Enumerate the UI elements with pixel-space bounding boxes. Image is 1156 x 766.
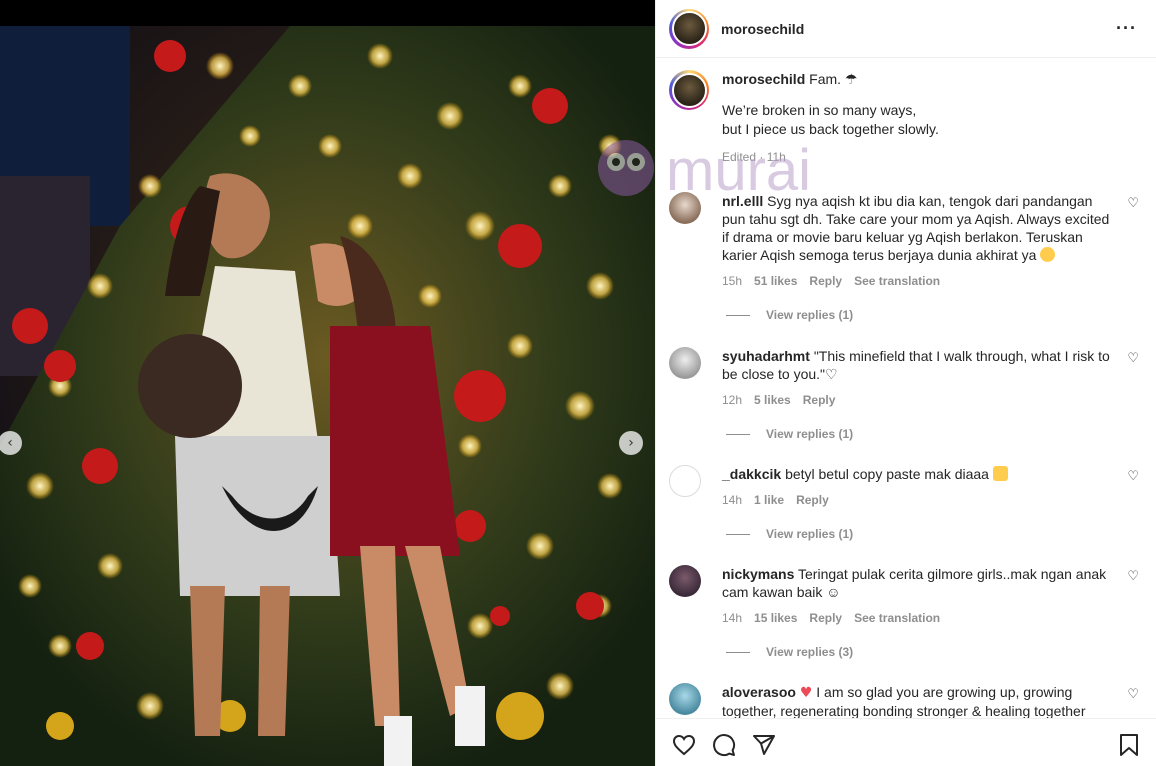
comment-username[interactable]: nrl.elll xyxy=(722,193,763,209)
view-replies-label: View replies (3) xyxy=(766,645,854,659)
comment-time[interactable]: 14h xyxy=(722,491,742,509)
comment-like-heart-icon[interactable]: ♡ xyxy=(1127,469,1139,484)
carousel-next-button[interactable]: › xyxy=(619,431,643,455)
photo-top-bar xyxy=(0,0,655,26)
send-icon[interactable] xyxy=(752,733,776,757)
comment-item: syuhadarhmt "This minefield that I walk … xyxy=(669,347,1149,409)
post-actions-bar xyxy=(656,718,1156,766)
comment-time[interactable]: 14h xyxy=(722,609,742,627)
comment-username[interactable]: _dakkcik xyxy=(722,466,781,482)
comment-item: aloverasoo ♥ I am so glad you are growin… xyxy=(669,683,1149,718)
comment-reply-button[interactable]: Reply xyxy=(803,391,836,409)
comment-translate-button[interactable]: See translation xyxy=(854,272,940,290)
comment-avatar[interactable] xyxy=(669,192,701,224)
comment-item: nickymans Teringat pulak cerita gilmore … xyxy=(669,565,1149,627)
chevron-right-icon: › xyxy=(628,435,634,451)
comment-item: _dakkcik betyl betul copy paste mak diaa… xyxy=(669,465,1149,509)
post-caption: morosechild Fam. ☂ We’re broken in so ma… xyxy=(669,70,1139,167)
view-replies-button[interactable]: View replies (1) xyxy=(726,427,853,441)
view-replies-label: View replies (1) xyxy=(766,308,854,322)
post-side-panel: morosechild ··· morosechild Fam. ☂ We’re… xyxy=(655,0,1156,766)
comment-avatar[interactable] xyxy=(669,683,701,715)
comment-like-heart-icon[interactable]: ♡ xyxy=(1127,569,1139,584)
heart-icon[interactable] xyxy=(672,733,696,757)
caption-avatar[interactable] xyxy=(669,70,709,110)
bookmark-icon[interactable] xyxy=(1118,733,1140,757)
comment-avatar[interactable] xyxy=(669,565,701,597)
comment-like-heart-icon[interactable]: ♡ xyxy=(1127,196,1139,211)
comment-item: nrl.elll Syg nya aqish kt ibu dia kan, t… xyxy=(669,192,1149,290)
view-replies-button[interactable]: View replies (3) xyxy=(726,645,853,659)
star-struck-icon xyxy=(992,466,1008,481)
comment-reply-button[interactable]: Reply xyxy=(809,272,842,290)
red-heart-icon: ♥ xyxy=(799,685,813,701)
comment-username[interactable]: syuhadarhmt xyxy=(722,348,810,364)
comment-reply-button[interactable]: Reply xyxy=(809,609,842,627)
comment-avatar[interactable] xyxy=(669,347,701,379)
comment-like-heart-icon[interactable]: ♡ xyxy=(1127,351,1139,366)
comment-avatar[interactable] xyxy=(669,465,701,497)
author-avatar[interactable] xyxy=(669,8,709,49)
comment-likes[interactable]: 5 likes xyxy=(754,391,791,409)
chevron-left-icon: ‹ xyxy=(7,435,13,451)
comment-reply-button[interactable]: Reply xyxy=(796,491,829,509)
post-header: morosechild ··· xyxy=(656,0,1156,58)
more-horizontal-icon[interactable]: ··· xyxy=(1116,18,1137,39)
caption-meta: Edited · 11h xyxy=(722,150,786,164)
comment-time[interactable]: 12h xyxy=(722,391,742,409)
post-photo-pane: ‹ › xyxy=(0,0,655,766)
comments-list[interactable]: morosechild Fam. ☂ We’re broken in so ma… xyxy=(656,58,1156,718)
view-replies-label: View replies (1) xyxy=(766,527,854,541)
view-replies-button[interactable]: View replies (1) xyxy=(726,527,853,541)
comment-translate-button[interactable]: See translation xyxy=(854,609,940,627)
comment-likes[interactable]: 51 likes xyxy=(754,272,797,290)
comment-likes[interactable]: 15 likes xyxy=(754,609,797,627)
comment-like-heart-icon[interactable]: ♡ xyxy=(1127,687,1139,702)
caption-username[interactable]: morosechild xyxy=(722,71,805,87)
caption-line-3: but I piece us back together slowly. xyxy=(722,121,939,137)
post-photo xyxy=(0,26,655,766)
view-replies-button[interactable]: View replies (1) xyxy=(726,308,853,322)
caption-line-2: We’re broken in so many ways, xyxy=(722,102,917,118)
comment-text: betyl betul copy paste mak diaaa xyxy=(785,466,989,482)
author-username[interactable]: morosechild xyxy=(721,21,804,37)
view-replies-label: View replies (1) xyxy=(766,427,854,441)
smiling-face-with-hearts-icon xyxy=(1040,247,1056,262)
caption-line-1: Fam. ☂ xyxy=(809,71,858,87)
comment-icon[interactable] xyxy=(712,733,736,757)
comment-time[interactable]: 15h xyxy=(722,272,742,290)
comment-likes[interactable]: 1 like xyxy=(754,491,784,509)
comment-username[interactable]: nickymans xyxy=(722,566,794,582)
comment-username[interactable]: aloverasoo xyxy=(722,684,796,700)
